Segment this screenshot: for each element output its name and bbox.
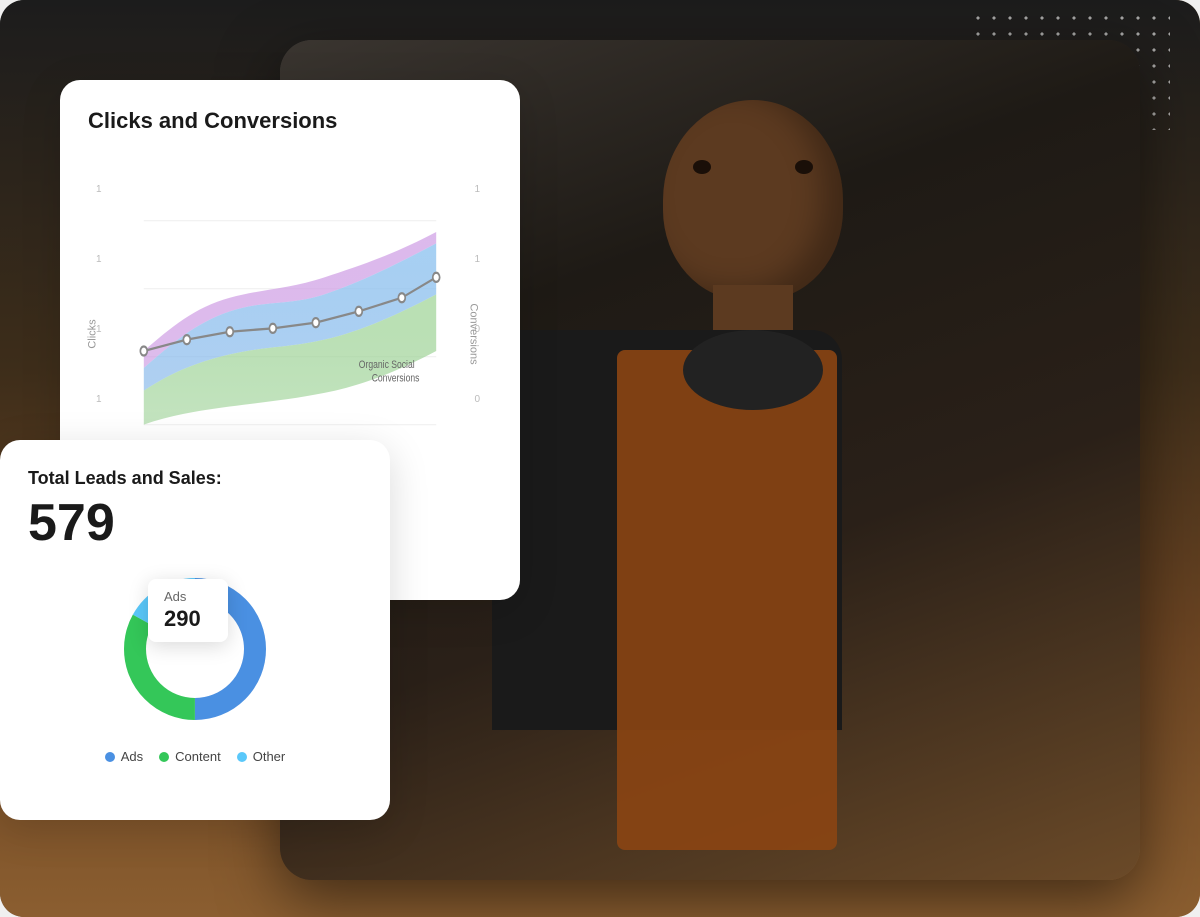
- donut-chart-container: Ads 290: [28, 569, 362, 729]
- clicks-card-title: Clicks and Conversions: [88, 108, 492, 134]
- chart-legend: Ads Content Other: [28, 749, 362, 764]
- legend-dot-ads: [105, 752, 115, 762]
- conversions-text: Conversions: [372, 373, 420, 385]
- leads-card-title: Total Leads and Sales:: [28, 468, 362, 489]
- y-axis-conversions-label: Conversions: [467, 303, 479, 364]
- y-tick-1: 1: [96, 184, 102, 195]
- legend-item-content: Content: [159, 749, 221, 764]
- dot-6: [355, 307, 362, 316]
- dot-7: [398, 293, 405, 302]
- dot-3: [226, 327, 233, 336]
- legend-label-ads: Ads: [121, 749, 143, 764]
- legend-dot-content: [159, 752, 169, 762]
- dot-8: [433, 273, 440, 282]
- organic-social-text: Organic Social: [359, 359, 415, 371]
- y-tick-r1: 1: [474, 184, 480, 195]
- legend-item-other: Other: [237, 749, 286, 764]
- donut-tooltip: Ads 290: [148, 579, 228, 642]
- leads-sales-card: Total Leads and Sales: 579 Ads 290: [0, 440, 390, 820]
- dot-4: [269, 324, 276, 333]
- dot-1: [140, 346, 147, 355]
- legend-dot-other: [237, 752, 247, 762]
- y-tick-2: 1: [96, 254, 102, 265]
- dot-2: [183, 335, 190, 344]
- y-tick-4: 1: [96, 394, 102, 405]
- y-axis-clicks-label: Clicks: [87, 319, 99, 348]
- legend-label-content: Content: [175, 749, 221, 764]
- y-tick-r4: 0: [474, 394, 480, 405]
- legend-label-other: Other: [253, 749, 286, 764]
- leads-total-number: 579: [28, 497, 362, 549]
- dot-5: [312, 318, 319, 327]
- tooltip-label: Ads: [164, 589, 212, 604]
- legend-item-ads: Ads: [105, 749, 143, 764]
- y-tick-r2: 1: [474, 254, 480, 265]
- tooltip-value: 290: [164, 606, 212, 632]
